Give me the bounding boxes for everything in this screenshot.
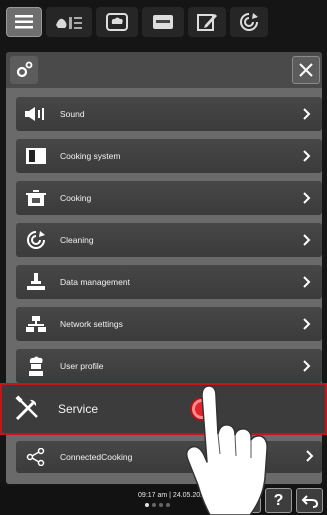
panel-header	[6, 52, 322, 88]
menu-item-cleaning[interactable]: Cleaning	[16, 223, 322, 257]
chevron-right-icon	[300, 232, 314, 248]
chevron-right-icon	[300, 358, 314, 374]
programs-tab[interactable]	[96, 7, 138, 37]
back-button[interactable]	[296, 488, 323, 513]
share-icon	[16, 441, 56, 473]
menu-item-service[interactable]: Service	[0, 383, 327, 435]
chevron-right-icon	[300, 274, 314, 290]
close-icon	[299, 63, 313, 77]
menu-item-label: Cleaning	[60, 235, 94, 245]
question-mark-icon: ?	[273, 491, 284, 509]
menu-item-label: Service	[58, 402, 99, 416]
settings-button[interactable]	[233, 488, 261, 513]
bottom-status-bar: 09:17 am | 24.05.2022 ?	[0, 486, 327, 515]
menu-list-tab[interactable]	[6, 7, 42, 37]
menu-item-label: ConnectedCooking	[60, 452, 133, 462]
menu-item-label: Cooking system	[60, 151, 121, 161]
network-icon	[16, 307, 56, 341]
menu-item-label: User profile	[60, 361, 104, 371]
settings-menu: Sound Cooking system Cooking Cleaning Da…	[16, 97, 322, 391]
device-screen: Sound Cooking system Cooking Cleaning Da…	[0, 0, 327, 515]
edit-tab[interactable]	[188, 7, 226, 37]
menu-item-network-settings[interactable]: Network settings	[16, 307, 322, 341]
help-button[interactable]: ?	[265, 488, 292, 513]
pot-icon	[16, 181, 56, 215]
usb-icon	[16, 265, 56, 299]
chevron-right-icon	[300, 316, 314, 332]
page-indicator	[145, 503, 170, 507]
chevron-right-icon	[306, 449, 314, 467]
menu-item-label: Cooking	[60, 193, 92, 203]
cookbook-tab[interactable]	[142, 7, 184, 37]
menu-item-label: Sound	[60, 109, 85, 119]
chef-hat-icon	[106, 13, 128, 31]
menu-item-cooking-system[interactable]: Cooking system	[16, 139, 322, 173]
cooking-paths-tab[interactable]	[46, 7, 92, 37]
tools-icon	[6, 385, 48, 433]
menu-item-sound[interactable]: Sound	[16, 97, 322, 131]
chevron-right-icon	[300, 190, 314, 206]
menu-item-connectedcooking[interactable]: ConnectedCooking	[16, 441, 322, 473]
menu-item-label: Data management	[60, 277, 130, 287]
close-button[interactable]	[292, 56, 320, 84]
settings-gear-button[interactable]	[10, 56, 38, 84]
menu-item-cooking[interactable]: Cooking	[16, 181, 322, 215]
oven-icon	[16, 139, 56, 173]
speaker-icon	[16, 97, 56, 131]
chef-icon	[16, 349, 56, 383]
menu-item-label: Network settings	[60, 319, 123, 329]
gear-icon	[16, 61, 33, 78]
edit-icon	[197, 14, 217, 31]
touch-indicator	[192, 399, 212, 419]
chevron-right-icon	[300, 148, 314, 164]
back-arrow-icon	[301, 494, 318, 508]
gear-icon	[239, 492, 256, 508]
datetime-display: 09:17 am | 24.05.2022	[138, 492, 208, 499]
cleaning-icon	[240, 13, 258, 31]
card-icon	[153, 15, 173, 29]
chevron-right-icon	[300, 106, 314, 122]
list-icon	[15, 15, 33, 29]
cleaning-tab[interactable]	[230, 7, 268, 37]
menu-item-user-profile[interactable]: User profile	[16, 349, 322, 383]
cleaning-icon	[16, 223, 56, 257]
menu-item-data-management[interactable]: Data management	[16, 265, 322, 299]
top-tab-bar	[6, 4, 322, 40]
cooking-paths-icon	[56, 17, 82, 29]
